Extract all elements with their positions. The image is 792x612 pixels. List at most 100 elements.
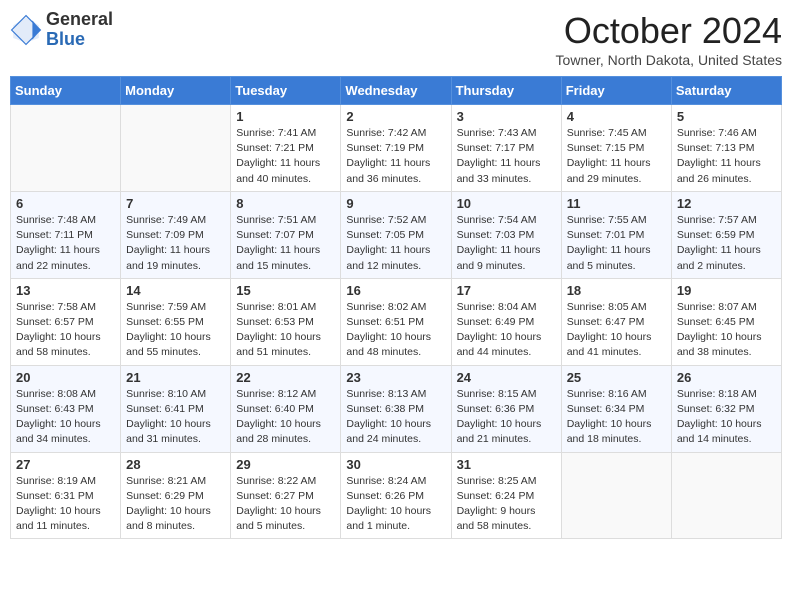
calendar-cell: 30 Sunrise: 8:24 AM Sunset: 6:26 PM Dayl…	[341, 452, 451, 539]
calendar-cell: 7 Sunrise: 7:49 AM Sunset: 7:09 PM Dayli…	[121, 191, 231, 278]
sunset-text: Sunset: 6:29 PM	[126, 490, 204, 502]
calendar-week-row: 13 Sunrise: 7:58 AM Sunset: 6:57 PM Dayl…	[11, 278, 782, 365]
calendar-cell: 6 Sunrise: 7:48 AM Sunset: 7:11 PM Dayli…	[11, 191, 121, 278]
sunrise-text: Sunrise: 7:54 AM	[457, 214, 537, 226]
sunrise-text: Sunrise: 8:21 AM	[126, 475, 206, 487]
sunset-text: Sunset: 6:31 PM	[16, 490, 94, 502]
day-number: 25	[567, 370, 666, 385]
calendar-cell: 27 Sunrise: 8:19 AM Sunset: 6:31 PM Dayl…	[11, 452, 121, 539]
calendar-cell: 31 Sunrise: 8:25 AM Sunset: 6:24 PM Dayl…	[451, 452, 561, 539]
calendar-week-row: 1 Sunrise: 7:41 AM Sunset: 7:21 PM Dayli…	[11, 105, 782, 192]
daylight-text: Daylight: 10 hours and 28 minutes.	[236, 418, 321, 445]
sunset-text: Sunset: 6:41 PM	[126, 403, 204, 415]
sunrise-text: Sunrise: 8:19 AM	[16, 475, 96, 487]
daylight-text: Daylight: 10 hours and 58 minutes.	[16, 331, 101, 358]
sunset-text: Sunset: 7:03 PM	[457, 229, 535, 241]
day-info: Sunrise: 8:13 AM Sunset: 6:38 PM Dayligh…	[346, 387, 445, 448]
sunrise-text: Sunrise: 8:25 AM	[457, 475, 537, 487]
day-info: Sunrise: 7:41 AM Sunset: 7:21 PM Dayligh…	[236, 126, 335, 187]
sunset-text: Sunset: 6:34 PM	[567, 403, 645, 415]
sunrise-text: Sunrise: 8:05 AM	[567, 301, 647, 313]
calendar-cell	[671, 452, 781, 539]
day-info: Sunrise: 8:04 AM Sunset: 6:49 PM Dayligh…	[457, 300, 556, 361]
calendar-cell	[121, 105, 231, 192]
sunset-text: Sunset: 6:24 PM	[457, 490, 535, 502]
sunset-text: Sunset: 6:32 PM	[677, 403, 755, 415]
logo: General Blue	[10, 10, 113, 50]
day-info: Sunrise: 7:57 AM Sunset: 6:59 PM Dayligh…	[677, 213, 776, 274]
calendar-header-row: Sunday Monday Tuesday Wednesday Thursday…	[11, 77, 782, 105]
logo-text: General Blue	[46, 10, 113, 50]
sunset-text: Sunset: 6:43 PM	[16, 403, 94, 415]
sunset-text: Sunset: 6:49 PM	[457, 316, 535, 328]
calendar-cell: 21 Sunrise: 8:10 AM Sunset: 6:41 PM Dayl…	[121, 365, 231, 452]
day-number: 27	[16, 457, 115, 472]
calendar-cell: 17 Sunrise: 8:04 AM Sunset: 6:49 PM Dayl…	[451, 278, 561, 365]
day-number: 5	[677, 109, 776, 124]
day-number: 24	[457, 370, 556, 385]
month-title: October 2024	[556, 10, 782, 52]
day-number: 1	[236, 109, 335, 124]
sunset-text: Sunset: 6:47 PM	[567, 316, 645, 328]
calendar-cell: 20 Sunrise: 8:08 AM Sunset: 6:43 PM Dayl…	[11, 365, 121, 452]
calendar-cell: 15 Sunrise: 8:01 AM Sunset: 6:53 PM Dayl…	[231, 278, 341, 365]
day-info: Sunrise: 8:15 AM Sunset: 6:36 PM Dayligh…	[457, 387, 556, 448]
sunrise-text: Sunrise: 8:07 AM	[677, 301, 757, 313]
day-number: 17	[457, 283, 556, 298]
day-info: Sunrise: 8:22 AM Sunset: 6:27 PM Dayligh…	[236, 474, 335, 535]
calendar-cell: 2 Sunrise: 7:42 AM Sunset: 7:19 PM Dayli…	[341, 105, 451, 192]
day-info: Sunrise: 8:18 AM Sunset: 6:32 PM Dayligh…	[677, 387, 776, 448]
col-sunday: Sunday	[11, 77, 121, 105]
day-number: 21	[126, 370, 225, 385]
day-number: 23	[346, 370, 445, 385]
sunrise-text: Sunrise: 8:22 AM	[236, 475, 316, 487]
sunrise-text: Sunrise: 8:16 AM	[567, 388, 647, 400]
sunset-text: Sunset: 7:17 PM	[457, 142, 535, 154]
day-number: 19	[677, 283, 776, 298]
day-number: 7	[126, 196, 225, 211]
sunrise-text: Sunrise: 7:58 AM	[16, 301, 96, 313]
day-number: 13	[16, 283, 115, 298]
sunset-text: Sunset: 7:01 PM	[567, 229, 645, 241]
sunset-text: Sunset: 7:09 PM	[126, 229, 204, 241]
calendar-cell: 4 Sunrise: 7:45 AM Sunset: 7:15 PM Dayli…	[561, 105, 671, 192]
day-number: 12	[677, 196, 776, 211]
calendar-cell: 13 Sunrise: 7:58 AM Sunset: 6:57 PM Dayl…	[11, 278, 121, 365]
calendar-week-row: 6 Sunrise: 7:48 AM Sunset: 7:11 PM Dayli…	[11, 191, 782, 278]
daylight-text: Daylight: 9 hours and 58 minutes.	[457, 505, 536, 532]
day-number: 28	[126, 457, 225, 472]
sunrise-text: Sunrise: 8:12 AM	[236, 388, 316, 400]
day-number: 8	[236, 196, 335, 211]
day-number: 3	[457, 109, 556, 124]
sunrise-text: Sunrise: 7:52 AM	[346, 214, 426, 226]
calendar-week-row: 20 Sunrise: 8:08 AM Sunset: 6:43 PM Dayl…	[11, 365, 782, 452]
calendar-cell: 23 Sunrise: 8:13 AM Sunset: 6:38 PM Dayl…	[341, 365, 451, 452]
daylight-text: Daylight: 10 hours and 31 minutes.	[126, 418, 211, 445]
col-friday: Friday	[561, 77, 671, 105]
sunrise-text: Sunrise: 7:59 AM	[126, 301, 206, 313]
day-number: 22	[236, 370, 335, 385]
daylight-text: Daylight: 11 hours and 19 minutes.	[126, 244, 210, 271]
sunset-text: Sunset: 7:07 PM	[236, 229, 314, 241]
calendar-cell: 14 Sunrise: 7:59 AM Sunset: 6:55 PM Dayl…	[121, 278, 231, 365]
sunrise-text: Sunrise: 7:41 AM	[236, 127, 316, 139]
sunrise-text: Sunrise: 7:42 AM	[346, 127, 426, 139]
day-number: 18	[567, 283, 666, 298]
logo-blue-text: Blue	[46, 29, 85, 49]
calendar-cell: 8 Sunrise: 7:51 AM Sunset: 7:07 PM Dayli…	[231, 191, 341, 278]
sunset-text: Sunset: 6:57 PM	[16, 316, 94, 328]
sunset-text: Sunset: 6:38 PM	[346, 403, 424, 415]
day-number: 4	[567, 109, 666, 124]
day-info: Sunrise: 8:16 AM Sunset: 6:34 PM Dayligh…	[567, 387, 666, 448]
day-info: Sunrise: 7:51 AM Sunset: 7:07 PM Dayligh…	[236, 213, 335, 274]
daylight-text: Daylight: 11 hours and 12 minutes.	[346, 244, 430, 271]
sunset-text: Sunset: 6:59 PM	[677, 229, 755, 241]
day-info: Sunrise: 7:46 AM Sunset: 7:13 PM Dayligh…	[677, 126, 776, 187]
col-wednesday: Wednesday	[341, 77, 451, 105]
sunset-text: Sunset: 7:19 PM	[346, 142, 424, 154]
daylight-text: Daylight: 10 hours and 24 minutes.	[346, 418, 431, 445]
day-number: 26	[677, 370, 776, 385]
daylight-text: Daylight: 11 hours and 5 minutes.	[567, 244, 651, 271]
sunset-text: Sunset: 7:21 PM	[236, 142, 314, 154]
calendar-cell	[11, 105, 121, 192]
